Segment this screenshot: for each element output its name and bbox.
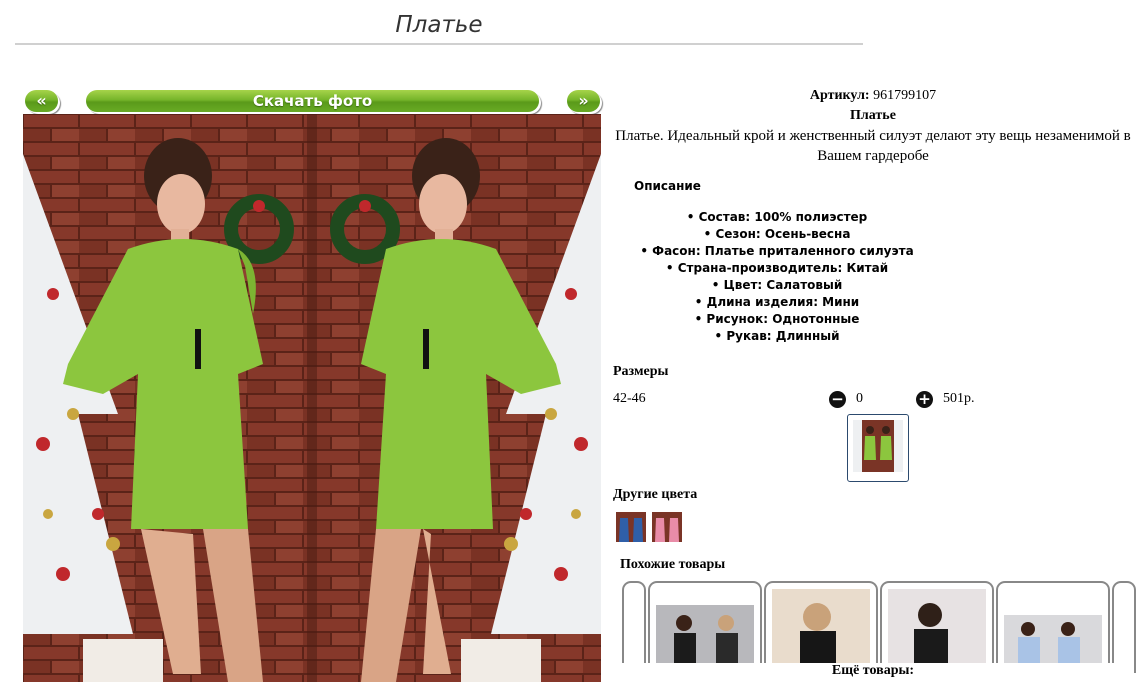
property-item: Длина изделия: Мини — [613, 294, 941, 311]
property-item: Рисунок: Однотонные — [613, 311, 941, 328]
similar-products-heading: Похожие товары — [620, 557, 726, 572]
similar-product-card[interactable] — [996, 581, 1110, 673]
other-colors-heading: Другие цвета — [613, 487, 698, 502]
download-photo-button[interactable]: Скачать фото — [86, 90, 539, 112]
price-value: 501р. — [943, 391, 975, 406]
product-thumbnail[interactable] — [847, 414, 909, 482]
carousel-next-button[interactable]: ▸ — [1112, 581, 1136, 673]
more-products-link[interactable]: Ещё товары: — [613, 663, 1133, 682]
description-heading: Описание — [634, 179, 701, 193]
quantity-value: 0 — [856, 391, 863, 406]
product-name: Платье — [850, 108, 896, 123]
property-item: Страна-производитель: Китай — [613, 260, 941, 277]
product-description: Платье. Идеальный крой и женственный сил… — [615, 128, 1131, 164]
article-value: 961799107 — [873, 88, 937, 103]
similar-product-card[interactable] — [648, 581, 762, 673]
similar-product-card[interactable] — [764, 581, 878, 673]
property-list: Состав: 100% полиэстер Сезон: Осень-весн… — [613, 209, 941, 345]
similar-product-card[interactable] — [880, 581, 994, 673]
property-item: Цвет: Салатовый — [613, 277, 941, 294]
sizes-heading: Размеры — [613, 364, 669, 379]
plus-circle-icon[interactable]: + — [916, 391, 933, 408]
product-info: Артикул: 961799107 Платье Платье. Идеаль… — [613, 86, 1133, 166]
next-photo-button[interactable]: » — [567, 90, 600, 112]
property-item: Фасон: Платье приталенного силуэта — [613, 243, 941, 260]
article-label: Артикул: — [809, 88, 870, 103]
property-item: Рукав: Длинный — [613, 328, 941, 345]
color-option-pink[interactable] — [652, 512, 682, 542]
title-divider — [15, 43, 863, 45]
minus-circle-icon[interactable]: − — [829, 391, 846, 408]
size-label: 42-46 — [613, 391, 646, 406]
page-title: Платье — [395, 12, 483, 38]
product-photo — [23, 114, 601, 682]
prev-photo-button[interactable]: « — [25, 90, 58, 112]
carousel-prev-button[interactable]: ◂ — [622, 581, 646, 673]
property-item: Сезон: Осень-весна — [613, 226, 941, 243]
color-option-blue[interactable] — [616, 512, 646, 542]
article-line: Артикул: 961799107 — [613, 86, 1133, 106]
property-item: Состав: 100% полиэстер — [613, 209, 941, 226]
